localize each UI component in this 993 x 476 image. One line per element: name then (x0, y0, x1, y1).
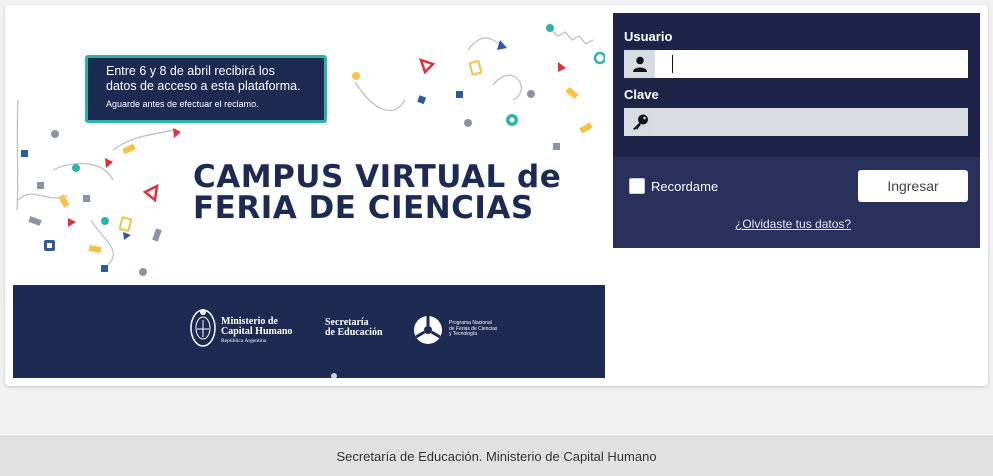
user-icon (624, 50, 655, 78)
programa-line-3: y Tecnología (449, 331, 477, 337)
ministerio-logo-text: Ministerio de Capital Humano República A… (221, 317, 292, 345)
secretaria-logo-text: Secretaría de Educación (325, 318, 383, 338)
notice-line-2: datos de acceso a esta plataforma. (106, 79, 301, 93)
remember-me[interactable]: Recordame (629, 178, 718, 194)
clave-label: Clave (624, 87, 659, 102)
national-seal-icon (190, 309, 216, 347)
text-caret (672, 55, 673, 73)
carousel-dot[interactable] (331, 373, 337, 378)
clave-field-wrap (624, 108, 968, 136)
campus-title-line-2: FERIA DE CIENCIAS (193, 190, 534, 226)
institution-band: Ministerio de Capital Humano República A… (13, 285, 605, 378)
campus-banner: Entre 6 y 8 de abril recibirá los datos … (13, 10, 605, 378)
confetti-decoration (16, 24, 605, 276)
access-notice: Entre 6 y 8 de abril recibirá los datos … (85, 55, 327, 123)
campus-title-line-1: CAMPUS VIRTUAL de (193, 159, 562, 195)
ministerio-line-2: Capital Humano (221, 326, 293, 337)
clave-input[interactable] (657, 108, 968, 136)
footer-text: Secretaría de Educación. Ministerio de C… (336, 449, 657, 464)
page-footer: Secretaría de Educación. Ministerio de C… (0, 436, 993, 476)
forgot-data-link[interactable]: ¿Olvidaste tus datos? (735, 217, 851, 231)
secretaria-line-2: de Educación (325, 327, 383, 338)
remember-checkbox[interactable] (629, 178, 645, 194)
remember-label: Recordame (651, 178, 719, 194)
login-panel: Usuario Clave Recordame Ingresar ¿Olvida… (613, 13, 980, 248)
key-icon (624, 108, 655, 136)
notice-small-text: Aguarde antes de efectuar el reclamo. (106, 99, 259, 109)
ingresar-button[interactable]: Ingresar (858, 170, 968, 202)
usuario-input[interactable] (657, 50, 968, 78)
programa-logo-icon (414, 316, 442, 344)
notice-line-1: Entre 6 y 8 de abril recibirá los (106, 64, 275, 78)
campus-title: CAMPUS VIRTUAL de FERIA DE CIENCIAS (193, 162, 561, 224)
ministerio-subtitle: República Argentina (221, 338, 267, 344)
usuario-label: Usuario (624, 29, 673, 44)
usuario-field-wrap (624, 50, 968, 78)
programa-logo-text: Programa Nacional de Ferias de Ciencias … (449, 320, 509, 338)
